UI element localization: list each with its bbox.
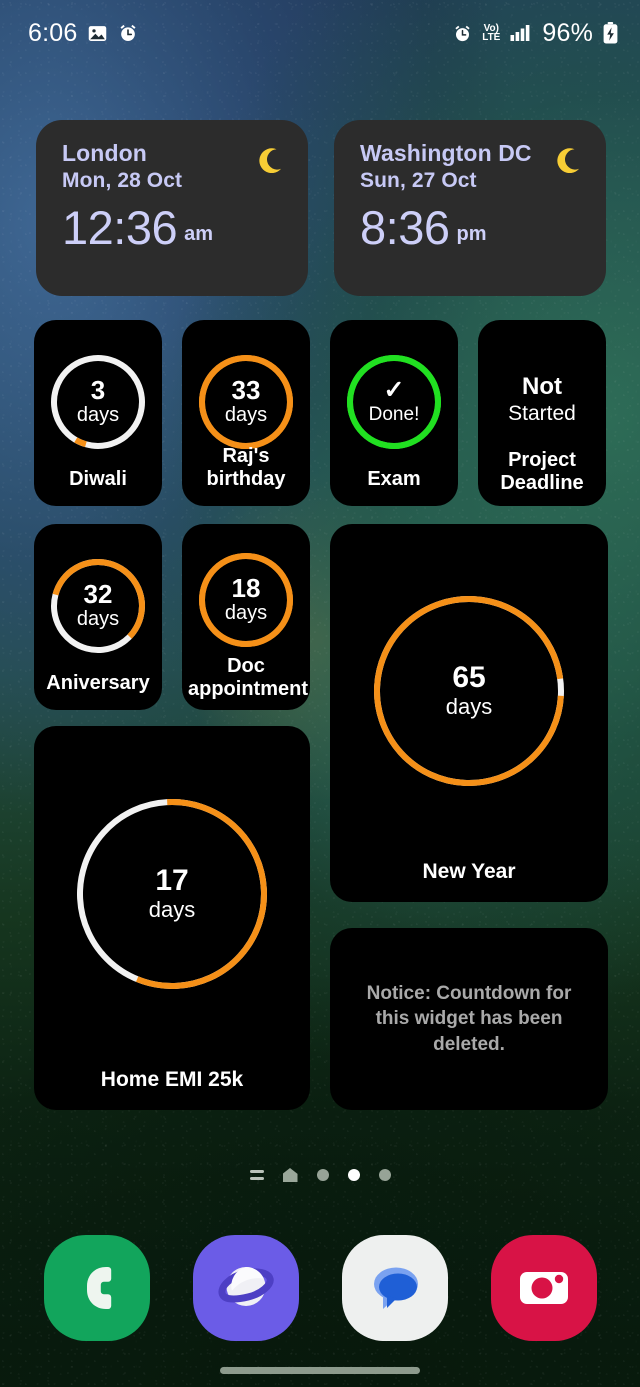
countdown-widget-exam[interactable]: ✓ Done! Exam [330,320,458,506]
countdown-title-line1: Project [508,449,576,472]
clock-city: London [62,140,147,166]
progress-ring: 33 days [194,350,298,454]
countdown-widget-home-emi[interactable]: 17 days Home EMI 25k [34,726,310,1110]
page-dot-2-active[interactable] [347,1169,360,1181]
progress-ring: 3 days [46,350,150,454]
page-dot-1[interactable] [316,1169,329,1181]
progress-ring: 65 days [370,592,568,790]
countdown-number: 17 [155,864,189,898]
battery-charging-icon [603,22,618,44]
countdown-state-primary: Not [522,373,562,401]
phone-icon [43,1235,150,1341]
countdown-widget-rajs-birthday[interactable]: 33 days Raj's birthday [182,320,310,506]
dock-app-internet[interactable] [192,1235,299,1341]
countdown-widget-diwali[interactable]: 3 days Diwali [34,320,162,506]
clock-date: Mon, 28 Oct [62,169,183,193]
countdown-widget-project-deadline[interactable]: Not Started Project Deadline [478,320,606,506]
countdown-title: Aniversary [46,671,150,694]
countdown-title: Raj's birthday [206,445,286,490]
home-icon[interactable] [282,1168,298,1182]
countdown-state: Not Started [508,373,576,426]
globe-icon [192,1235,299,1341]
status-clock: 6:06 [28,18,78,47]
countdown-title-line1: Doc [227,655,265,678]
countdown-widget-new-year[interactable]: 65 days New Year [330,524,608,902]
countdown-widget-deleted-notice[interactable]: Notice: Countdown for this widget has be… [330,928,608,1110]
countdown-number: 32 [83,579,113,610]
alarm-icon [453,24,472,43]
countdown-state-secondary: Started [508,401,576,425]
countdown-number: 3 [90,375,106,406]
camera-icon [490,1235,597,1341]
status-bar-right: Vo) LTE 96% [453,19,618,48]
dock-app-messages[interactable] [341,1235,448,1341]
dock-app-phone[interactable] [43,1235,150,1341]
navigation-bar [0,1353,640,1387]
countdown-title: New Year [422,860,516,884]
countdown-title: Diwali [69,467,127,490]
status-bar-left: 6:06 [28,19,138,48]
battery-percent: 96% [542,18,593,47]
world-clock-widget-london[interactable]: London Mon, 28 Oct 12:36 am [36,120,308,296]
countdown-unit: days [76,403,120,426]
countdown-title: Project Deadline [478,449,606,494]
home-gesture-pill[interactable] [220,1366,420,1374]
crescent-moon-icon [552,146,582,176]
countdown-number: 33 [231,375,261,406]
chat-bubble-icon [341,1235,448,1341]
progress-ring: 32 days [46,554,150,658]
progress-ring: 17 days [73,795,271,993]
countdown-number: 18 [231,573,261,604]
countdown-title: Doc appointment [182,655,310,700]
status-bar: 6:06 Vo) LTE 96% [0,0,640,66]
notice-message: Notice: Countdown for this widget has be… [366,982,572,1055]
clock-ampm: pm [456,223,487,246]
volte-bottom: LTE [482,32,501,43]
crescent-moon-icon [254,146,284,176]
check-icon: ✓ [383,376,405,404]
countdown-title-line2: appointment [188,677,308,700]
progress-ring: 18 days [194,548,298,652]
signal-icon [510,24,532,42]
page-indicator [0,1163,640,1187]
countdown-unit: days [148,896,196,922]
countdown-widget-doc-appointment[interactable]: 18 days Doc appointment [182,524,310,710]
lines-icon[interactable] [249,1169,264,1181]
clock-time: 8:36 [360,201,450,255]
page-dot-3[interactable] [378,1169,391,1181]
dock [0,1228,640,1348]
countdown-number: 65 [452,661,486,695]
countdown-title-line2: Deadline [500,471,584,494]
countdown-status: Done! [368,404,420,425]
countdown-unit: days [76,607,120,630]
countdown-widget-aniversary[interactable]: 32 days Aniversary [34,524,162,710]
countdown-title: Exam [367,467,421,490]
countdown-title: Home EMI 25k [100,1068,244,1092]
clock-time: 12:36 [62,201,178,255]
dock-app-camera[interactable] [490,1235,597,1341]
clock-ampm: am [184,223,214,246]
countdown-unit: days [224,403,268,426]
world-clock-widget-washington-dc[interactable]: Washington DC Sun, 27 Oct 8:36 pm [334,120,606,296]
clock-city: Washington DC [360,140,532,166]
clock-date: Sun, 27 Oct [360,169,477,193]
alarm-icon [118,23,138,43]
volte-icon: Vo) LTE [482,23,501,43]
progress-ring: ✓ Done! [342,350,446,454]
image-icon [87,23,108,44]
countdown-unit: days [224,601,268,624]
countdown-unit: days [445,693,493,719]
